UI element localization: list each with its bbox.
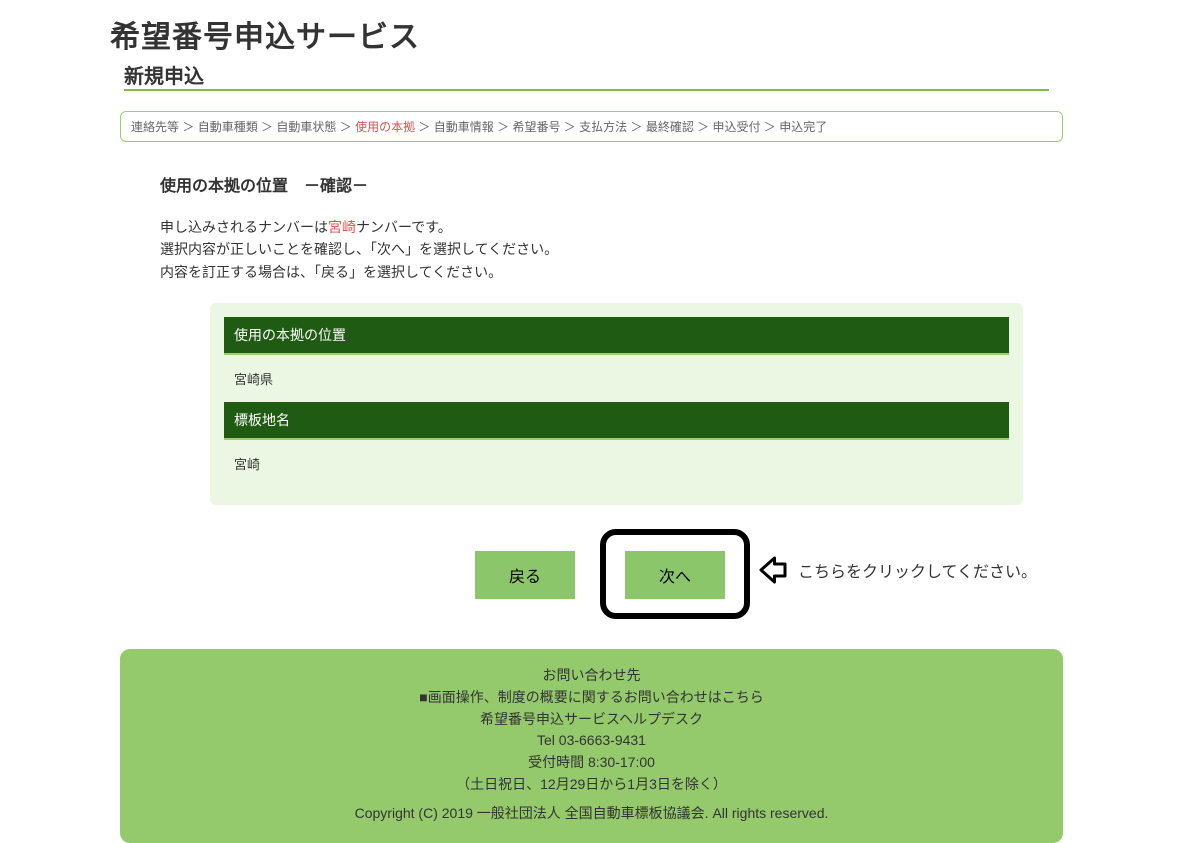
instruction-line2: 選択内容が正しいことを確認し、「次へ」を選択してください。 — [160, 241, 558, 257]
instructions: 申し込みされるナンバーは宮崎ナンバーです。 選択内容が正しいことを確認し、「次へ… — [160, 216, 1063, 283]
breadcrumb-step: 使用の本拠 — [355, 120, 415, 134]
left-arrow-icon — [758, 555, 788, 585]
breadcrumb-separator: ＞ — [415, 120, 434, 134]
click-callout-text: こちらをクリックしてください。 — [798, 558, 1037, 582]
instruction-pre: 申し込みされるナンバーは — [160, 219, 328, 235]
confirm-header-location: 使用の本拠の位置 — [224, 317, 1009, 355]
breadcrumb-step: 自動車情報 — [434, 120, 494, 134]
breadcrumb-step: 自動車状態 — [276, 120, 336, 134]
footer-closed: （土日祝日、12月29日から1月3日を除く） — [130, 774, 1053, 796]
breadcrumb-step: 連絡先等 — [131, 120, 179, 134]
breadcrumb-separator: ＞ — [627, 120, 646, 134]
page-header: 希望番号申込サービス 新規申込 — [0, 0, 1183, 91]
instruction-line3: 内容を訂正する場合は、「戻る」を選択してください。 — [160, 264, 502, 280]
breadcrumb-separator: ＞ — [336, 120, 355, 134]
breadcrumb-step: 支払方法 — [579, 120, 627, 134]
footer-copyright: Copyright (C) 2019 一般社団法人 全国自動車標板協議会. Al… — [130, 803, 1053, 825]
breadcrumb-step: 希望番号 — [512, 120, 560, 134]
instruction-post: ナンバーです。 — [356, 219, 452, 235]
confirmation-panel: 使用の本拠の位置 宮崎県 標板地名 宮崎 — [210, 303, 1023, 505]
footer-line1: ■画面操作、制度の概要に関するお問い合わせはこちら — [130, 687, 1053, 709]
breadcrumb-step: 自動車種類 — [198, 120, 258, 134]
breadcrumb-step: 申込受付 — [713, 120, 761, 134]
breadcrumb-step: 申込完了 — [779, 120, 827, 134]
footer: お問い合わせ先 ■画面操作、制度の概要に関するお問い合わせはこちら 希望番号申込… — [120, 649, 1063, 843]
service-title: 希望番号申込サービス — [110, 12, 1183, 56]
back-button[interactable]: 戻る — [475, 551, 575, 599]
footer-hours: 受付時間 8:30-17:00 — [130, 752, 1053, 774]
breadcrumb-separator: ＞ — [258, 120, 277, 134]
breadcrumb-step: 最終確認 — [646, 120, 694, 134]
breadcrumb-separator: ＞ — [694, 120, 713, 134]
confirm-value-platename: 宮崎 — [224, 440, 1009, 487]
breadcrumb-separator: ＞ — [560, 120, 579, 134]
instruction-highlight: 宮崎 — [328, 219, 356, 235]
footer-contact-title: お問い合わせ先 — [130, 665, 1053, 687]
footer-line2: 希望番号申込サービスヘルプデスク — [130, 709, 1053, 731]
section-title: 使用の本拠の位置 －確認－ — [160, 172, 1063, 196]
next-button[interactable]: 次へ — [625, 551, 725, 599]
breadcrumb-separator: ＞ — [179, 120, 198, 134]
breadcrumb-separator: ＞ — [761, 120, 780, 134]
breadcrumb-separator: ＞ — [494, 120, 513, 134]
confirm-header-platename: 標板地名 — [224, 402, 1009, 440]
footer-tel: Tel 03-6663-9431 — [130, 730, 1053, 752]
breadcrumb: 連絡先等 ＞ 自動車種類 ＞ 自動車状態 ＞ 使用の本拠 ＞ 自動車情報 ＞ 希… — [120, 111, 1063, 142]
page-subtitle: 新規申込 — [124, 60, 1049, 91]
confirm-value-location: 宮崎県 — [224, 355, 1009, 402]
